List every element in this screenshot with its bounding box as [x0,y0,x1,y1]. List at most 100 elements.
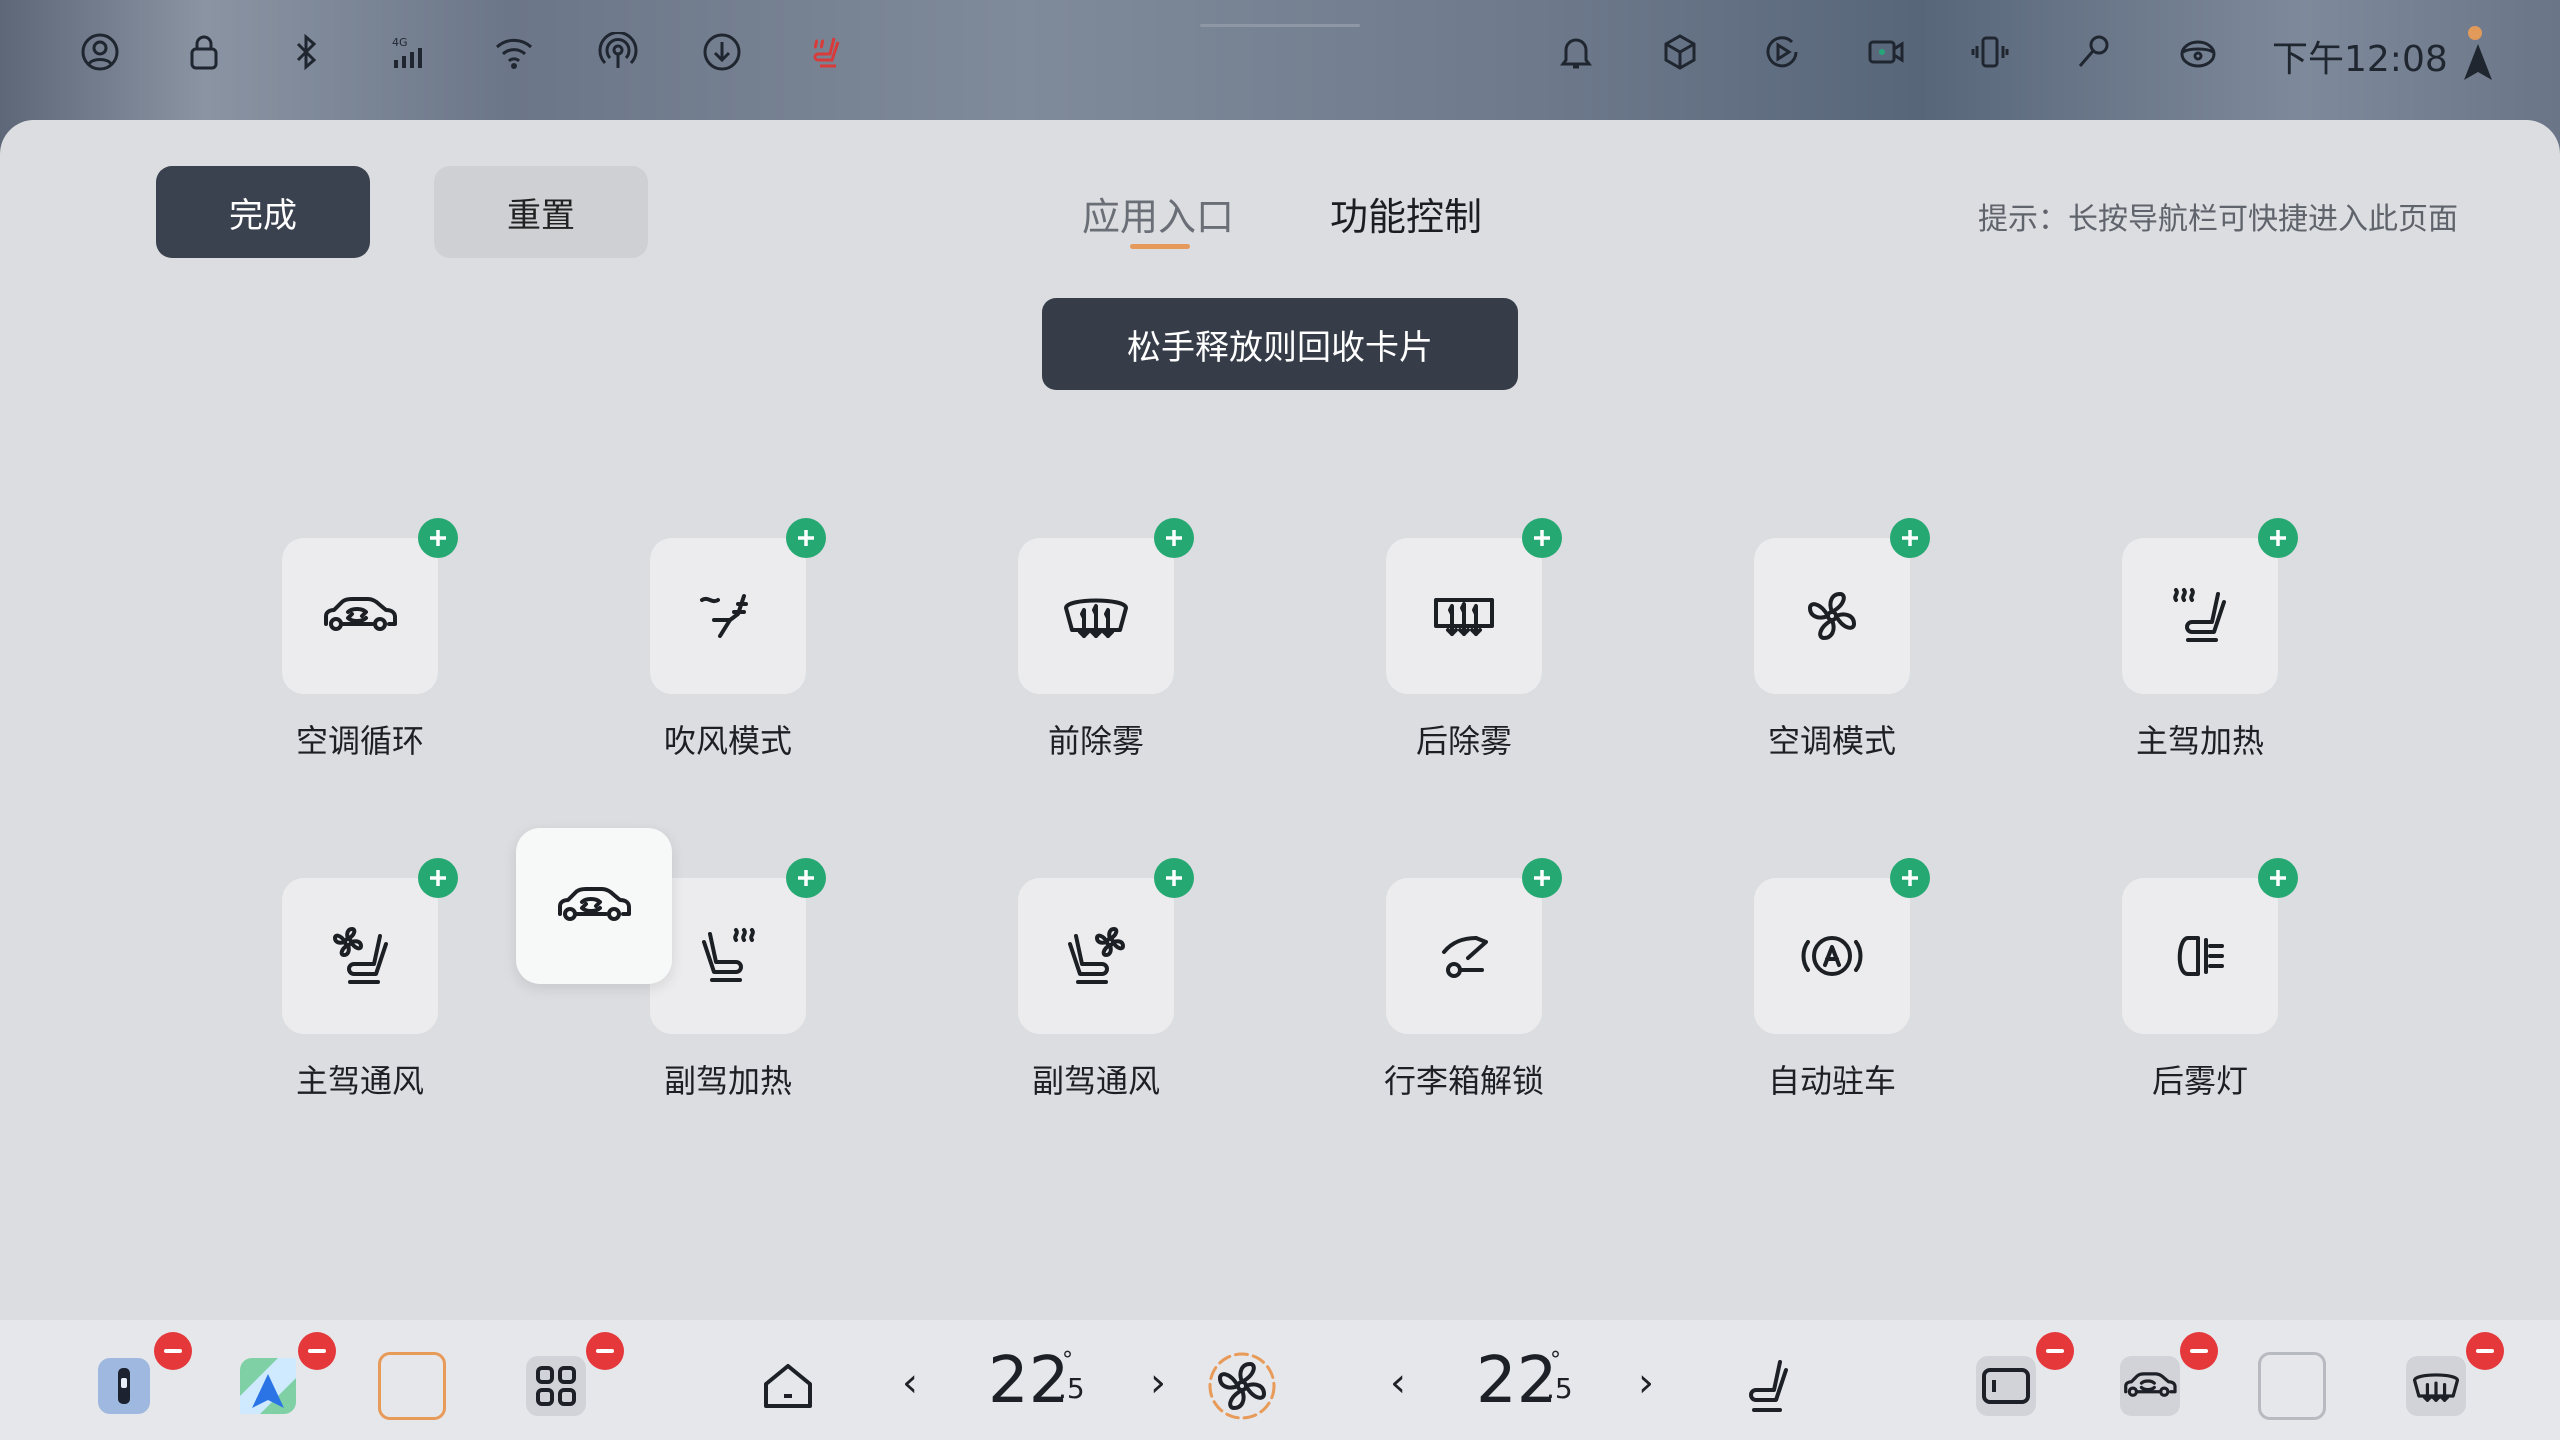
add-tile-button[interactable] [1154,518,1194,558]
phone-app-icon [98,1358,150,1414]
ac-recirculation-icon [2120,1356,2180,1416]
phone-vibrate-icon[interactable] [1970,32,2010,72]
tile-card[interactable] [1754,878,1910,1034]
dock-empty-slot[interactable] [376,1350,448,1422]
tile-card[interactable] [2122,538,2278,694]
home-button[interactable] [752,1350,824,1422]
add-tile-button[interactable] [418,858,458,898]
front-defrost-icon [1064,598,1128,638]
camera-icon[interactable] [1866,32,1906,72]
dock-app-front-defrost[interactable] [2400,1332,2504,1422]
tile-label: 吹风模式 [663,722,792,760]
home-icon [764,1364,812,1408]
tile-card[interactable] [650,878,806,1034]
tile-label: 后雾灯 [2151,1062,2248,1100]
tile-label: 后除雾 [1415,722,1512,760]
bottom-dock [0,1320,2560,1440]
dock-app-recirculation[interactable] [2114,1332,2218,1422]
dock-app-maps[interactable] [232,1332,336,1422]
remove-dock-item-button[interactable] [2180,1332,2218,1370]
fan-control-button[interactable] [1206,1350,1278,1422]
network-label: 4G [392,36,408,49]
tile-card[interactable] [1018,878,1174,1034]
left-temp-decimal: .5 [1058,1372,1085,1405]
remove-dock-item-button[interactable] [298,1332,336,1370]
add-tile-button[interactable] [1890,518,1930,558]
cube-icon[interactable] [1660,32,1700,72]
bell-icon[interactable] [1556,32,1596,72]
dragging-tile[interactable] [516,828,672,984]
left-temp-increase-button[interactable]: › [1150,1360,1166,1406]
dock-app-phone[interactable] [88,1332,192,1422]
fan-icon [1808,592,1856,640]
bluetooth-icon[interactable] [286,32,326,72]
tile-card[interactable] [650,538,806,694]
hotspot-icon[interactable] [598,31,638,72]
cellular-4g-icon[interactable]: 4G [390,32,430,72]
status-bar: 4G 下午12:08 [0,0,2560,104]
add-tile-button[interactable] [1154,858,1194,898]
lock-icon[interactable] [184,32,224,72]
notification-dot [2468,26,2482,40]
add-tile-button[interactable] [786,858,826,898]
tile-card[interactable] [1754,538,1910,694]
add-tile-button[interactable] [1522,518,1562,558]
tab-function-control[interactable]: 功能控制 [1330,186,1482,241]
tile-label: 主驾通风 [295,1062,424,1100]
tile-label: 主驾加热 [2135,722,2264,760]
dock-empty-slot-2[interactable] [2256,1350,2328,1422]
add-tile-button[interactable] [1522,858,1562,898]
panel-grabber[interactable] [1200,24,1360,27]
passenger-seat-heat-icon [702,928,755,982]
wifi-icon[interactable] [494,32,534,72]
add-tile-button[interactable] [2258,858,2298,898]
remove-dock-item-button[interactable] [586,1332,624,1370]
passenger-seat-vent-icon [1068,927,1125,984]
tile-label: 副驾加热 [663,1062,792,1100]
reset-button[interactable]: 重置 [434,166,648,258]
tile-card[interactable] [1386,538,1542,694]
tab-app-entry[interactable]: 应用入口 [1082,186,1234,241]
tile-card[interactable] [2122,878,2278,1034]
tile-label: 空调循环 [295,722,424,760]
seat-control-button[interactable] [1730,1350,1802,1422]
tile-card[interactable] [282,538,438,694]
right-temp-decrease-button[interactable]: ‹ [1390,1360,1406,1406]
release-toast: 松手释放则回收卡片 [1042,298,1518,390]
play-circle-icon[interactable] [1762,32,1802,72]
front-defrost-icon [2406,1356,2466,1416]
steering-icon[interactable] [2178,32,2218,72]
clock: 下午12:08 [2272,39,2448,80]
seat-heat-icon[interactable] [806,32,846,72]
app-grid-icon [526,1356,586,1416]
right-temp-decimal: .5 [1546,1372,1573,1405]
rear-defrost-icon [1434,598,1494,636]
add-tile-button[interactable] [418,518,458,558]
tile-card[interactable] [1018,538,1174,694]
driver-seat-vent-icon [333,927,388,984]
add-tile-button[interactable] [1890,858,1930,898]
dock-app-grid[interactable] [520,1332,624,1422]
add-tile-button[interactable] [786,518,826,558]
tile-label: 前除雾 [1047,722,1144,760]
user-icon[interactable] [80,32,120,72]
dock-app-display[interactable] [1970,1332,2074,1422]
remove-dock-item-button[interactable] [2036,1332,2074,1370]
add-tile-button[interactable] [2258,518,2298,558]
driver-seat-heat-icon [2173,588,2226,642]
maps-app-icon [240,1358,296,1414]
remove-dock-item-button[interactable] [154,1332,192,1370]
ac-recirculation-icon [324,597,397,631]
seat-icon [1749,1360,1788,1412]
tile-card[interactable] [1386,878,1542,1034]
done-button[interactable]: 完成 [156,166,370,258]
download-icon[interactable] [702,32,742,72]
remove-dock-item-button[interactable] [2466,1332,2504,1370]
tile-label: 自动驻车 [1767,1062,1896,1100]
left-temp-decrease-button[interactable]: ‹ [902,1360,918,1406]
microphone-icon[interactable] [2074,32,2114,72]
empty-slot-highlight [378,1352,446,1420]
airflow-mode-icon [700,594,748,638]
right-temp-increase-button[interactable]: › [1638,1360,1654,1406]
tile-card[interactable] [282,878,438,1034]
